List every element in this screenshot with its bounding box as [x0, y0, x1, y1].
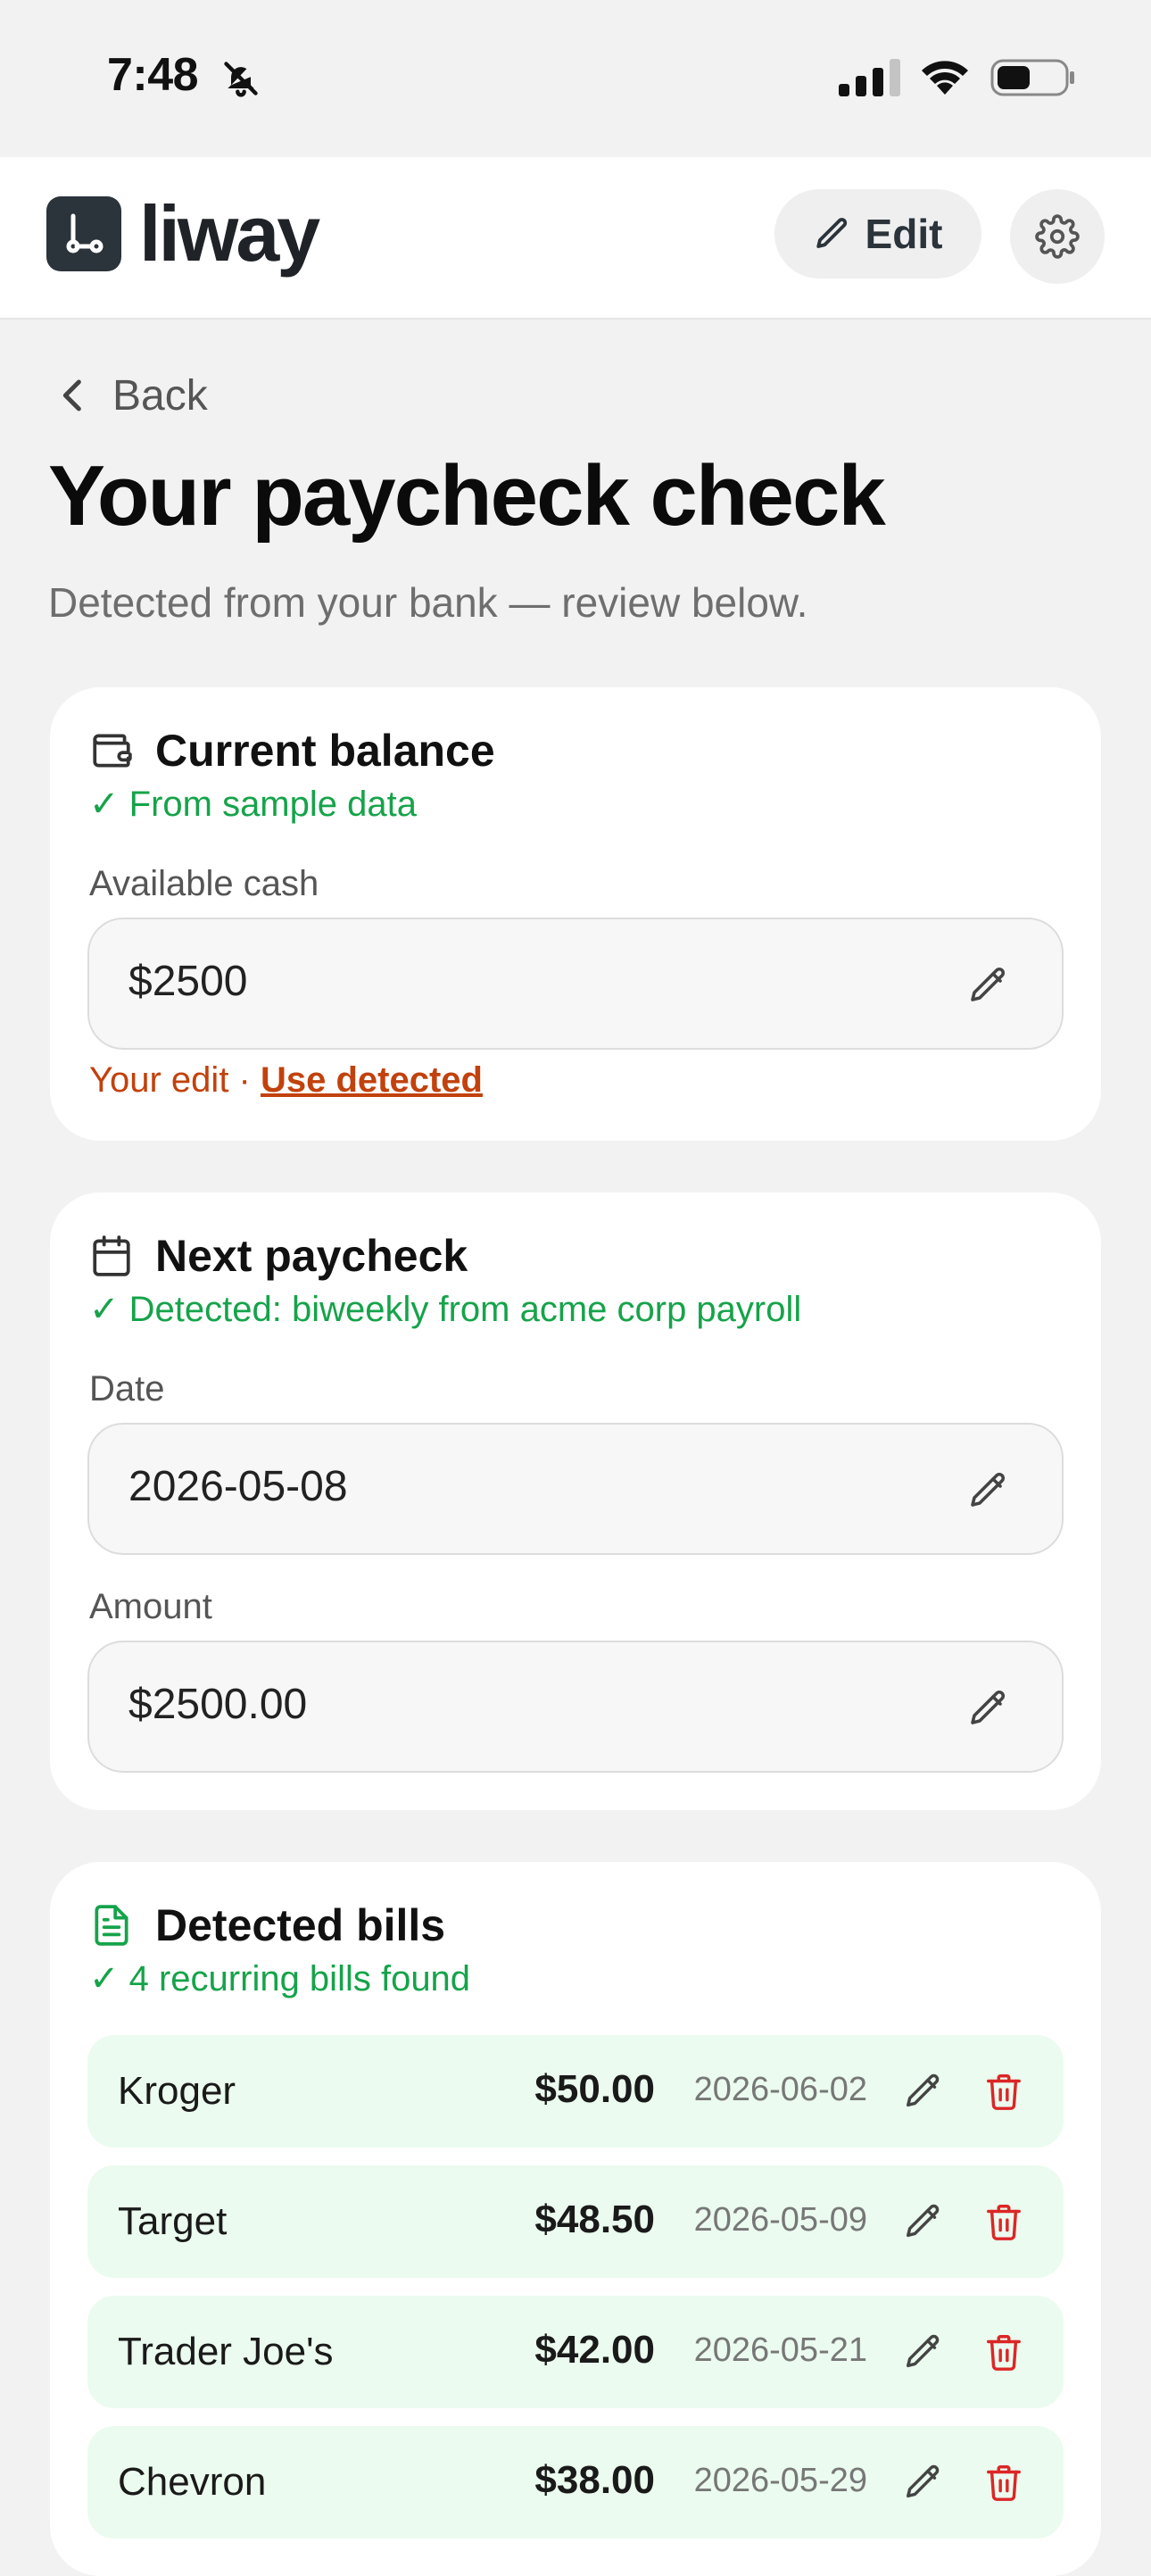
- bill-amount: $42.00: [534, 2328, 655, 2372]
- logo-icon[interactable]: [46, 196, 121, 271]
- available-cash-field[interactable]: $2500: [87, 918, 1064, 1050]
- bill-name: Kroger: [118, 2069, 236, 2113]
- bill-name: Chevron: [118, 2460, 267, 2504]
- trash-icon[interactable]: [983, 2201, 1024, 2242]
- use-detected-link[interactable]: Use detected: [261, 1060, 483, 1100]
- bill-name: Trader Joe's: [118, 2330, 334, 2373]
- pencil-icon[interactable]: [967, 964, 1010, 1007]
- paycheck-card: Next paycheck ✓ Detected: biweekly from …: [50, 1192, 1101, 1810]
- bill-amount: $38.00: [534, 2458, 655, 2502]
- brand-name[interactable]: liway: [139, 189, 320, 278]
- signal-icon: [839, 59, 900, 96]
- paycheck-status: ✓ Detected: biweekly from acme corp payr…: [89, 1290, 802, 1329]
- wallet-icon: [93, 734, 132, 768]
- available-cash-value: $2500: [128, 958, 248, 1005]
- pencil-icon[interactable]: [967, 1469, 1010, 1512]
- date-field[interactable]: 2026-05-08: [87, 1423, 1064, 1555]
- edit-button[interactable]: Edit: [774, 189, 981, 278]
- page-title: Your paycheck check: [48, 448, 886, 544]
- wifi-icon: [922, 61, 968, 95]
- edit-note-prefix: Your edit ·: [89, 1060, 261, 1100]
- pencil-icon: [816, 218, 847, 248]
- settings-button[interactable]: [1010, 189, 1105, 284]
- pencil-icon[interactable]: [903, 2331, 944, 2372]
- pencil-icon[interactable]: [903, 2071, 944, 2112]
- edit-note: Your edit · Use detected: [89, 1060, 483, 1101]
- bill-date: 2026-05-09: [693, 2201, 867, 2239]
- available-cash-label: Available cash: [89, 864, 319, 903]
- bill-row[interactable]: Trader Joe's $42.00 2026-05-21: [87, 2296, 1064, 2408]
- app-header: liway Edit: [0, 157, 1151, 320]
- back-label: Back: [112, 371, 208, 420]
- pencil-icon[interactable]: [903, 2201, 944, 2242]
- calendar-icon: [93, 1235, 130, 1276]
- gear-icon: [1035, 214, 1080, 259]
- date-value: 2026-05-08: [128, 1463, 348, 1510]
- bill-row[interactable]: Kroger $50.00 2026-06-02: [87, 2035, 1064, 2148]
- status-time: 7:48: [107, 49, 199, 101]
- bills-status: ✓ 4 recurring bills found: [89, 1959, 471, 1998]
- trash-icon[interactable]: [983, 2071, 1024, 2112]
- bills-card: Detected bills ✓ 4 recurring bills found…: [50, 1862, 1101, 2576]
- edit-button-label: Edit: [865, 211, 943, 257]
- battery-icon: [990, 59, 1074, 96]
- trash-icon[interactable]: [983, 2331, 1024, 2372]
- trash-icon[interactable]: [983, 2462, 1024, 2503]
- back-link[interactable]: Back: [55, 364, 208, 427]
- amount-label: Amount: [89, 1587, 212, 1626]
- balance-status: ✓ From sample data: [89, 785, 417, 824]
- paycheck-card-title: Next paycheck: [155, 1231, 468, 1281]
- balance-card-title: Current balance: [155, 726, 495, 776]
- bills-card-title: Detected bills: [155, 1900, 446, 1950]
- bill-amount: $50.00: [534, 2067, 655, 2111]
- pencil-icon[interactable]: [967, 1687, 1010, 1730]
- amount-value: $2500.00: [128, 1681, 308, 1728]
- amount-field[interactable]: $2500.00: [87, 1641, 1064, 1773]
- bill-name: Target: [118, 2199, 228, 2243]
- date-label: Date: [89, 1369, 165, 1408]
- page-subtitle: Detected from your bank — review below.: [48, 579, 808, 626]
- bill-row[interactable]: Target $48.50 2026-05-09: [87, 2165, 1064, 2278]
- pencil-icon[interactable]: [903, 2462, 944, 2503]
- bill-row[interactable]: Chevron $38.00 2026-05-29: [87, 2426, 1064, 2539]
- bell-off-icon: [224, 62, 258, 97]
- bill-date: 2026-05-21: [693, 2331, 867, 2369]
- bill-date: 2026-06-02: [693, 2071, 867, 2108]
- balance-card: Current balance ✓ From sample data Avail…: [50, 687, 1101, 1141]
- bill-amount: $48.50: [534, 2198, 655, 2241]
- document-icon: [95, 1905, 128, 1946]
- status-bar: 7:48: [0, 0, 1151, 157]
- bill-date: 2026-05-29: [693, 2462, 867, 2499]
- chevron-left-icon: [62, 379, 81, 411]
